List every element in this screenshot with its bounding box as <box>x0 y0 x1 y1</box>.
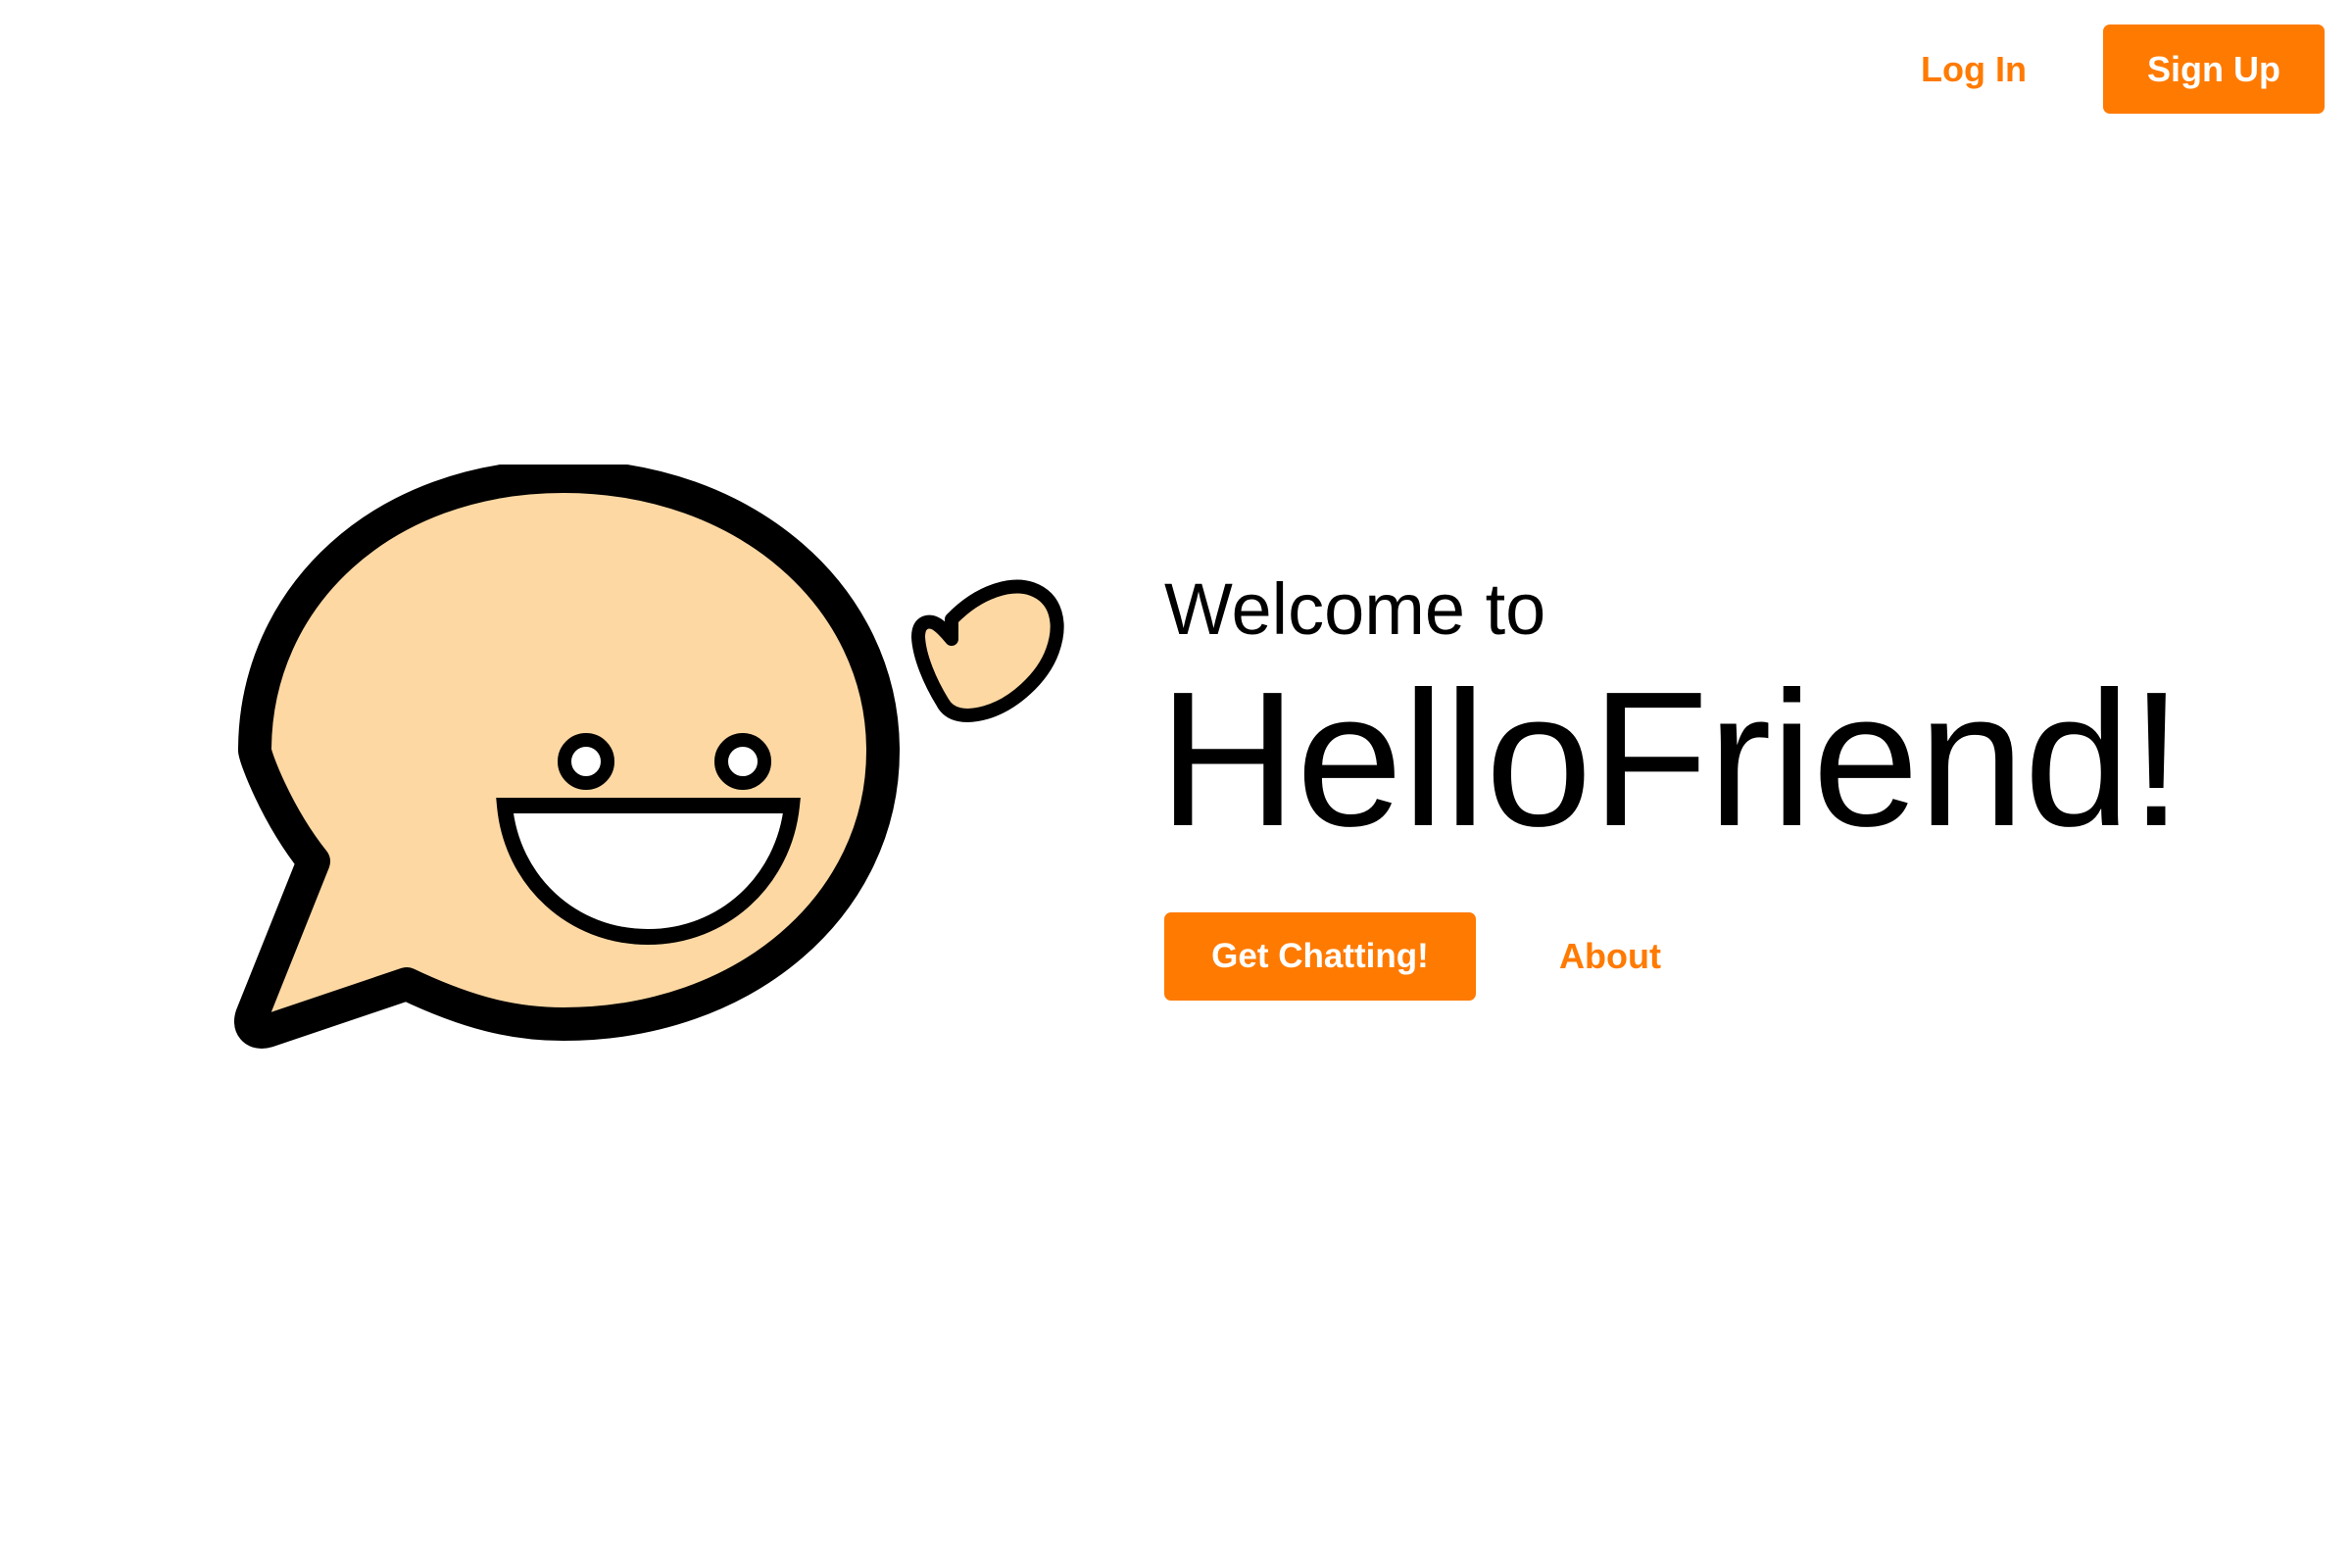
top-nav: Log In Sign Up <box>1921 24 2325 114</box>
heart-icon <box>911 579 1064 722</box>
brand-title: HelloFriend! <box>1158 652 2183 866</box>
welcome-heading: Welcome to <box>1164 568 1546 650</box>
left-eye-icon <box>558 733 614 790</box>
mascot-illustration <box>223 460 1086 1131</box>
hero-section: Welcome to HelloFriend! Get Chatting! Ab… <box>1158 568 2183 1001</box>
about-link[interactable]: About <box>1559 936 1661 977</box>
signup-button[interactable]: Sign Up <box>2103 24 2325 114</box>
smiling-speech-bubble-icon <box>234 460 1064 1049</box>
login-link[interactable]: Log In <box>1921 49 2027 90</box>
right-eye-icon <box>714 733 771 790</box>
hero-actions: Get Chatting! About <box>1164 912 2182 1001</box>
get-chatting-button[interactable]: Get Chatting! <box>1164 912 1476 1001</box>
